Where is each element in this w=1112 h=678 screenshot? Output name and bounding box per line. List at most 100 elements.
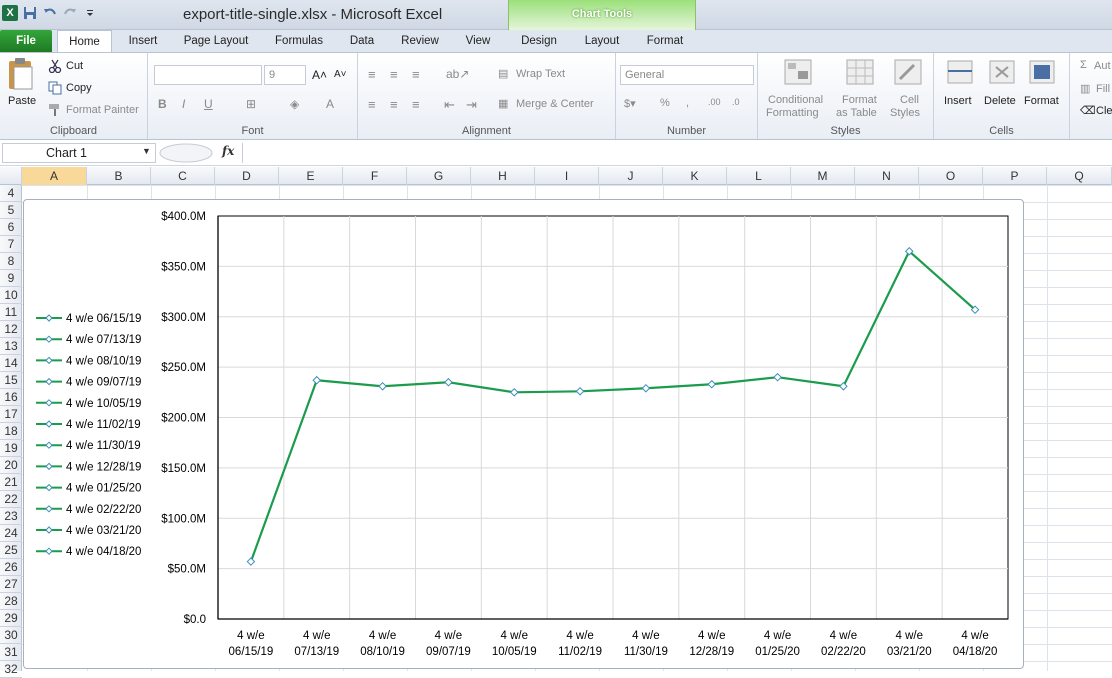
paste-icon[interactable] xyxy=(6,57,36,93)
insert-function-icon[interactable]: fx xyxy=(222,144,234,158)
row-header[interactable]: 27 xyxy=(0,576,22,593)
font-color-icon[interactable]: A xyxy=(326,97,334,111)
row-header[interactable]: 7 xyxy=(0,236,22,253)
tab-format[interactable]: Format xyxy=(640,30,690,52)
tab-layout[interactable]: Layout xyxy=(577,30,627,52)
align-left-icon[interactable]: ≡ xyxy=(368,97,376,112)
conditional-formatting-label-2[interactable]: Formatting xyxy=(766,107,819,119)
cut-button[interactable]: Cut xyxy=(66,60,83,72)
cell-styles-label-1[interactable]: Cell xyxy=(900,94,919,106)
align-right-icon[interactable]: ≡ xyxy=(412,97,420,112)
font-name-select[interactable] xyxy=(154,65,262,85)
customize-qat-icon[interactable] xyxy=(82,5,98,21)
column-header[interactable]: D xyxy=(215,167,279,185)
format-button[interactable]: Format xyxy=(1024,95,1059,107)
grow-font-icon[interactable]: A˄ xyxy=(312,68,327,82)
row-header[interactable]: 15 xyxy=(0,372,22,389)
wrap-text-button[interactable]: Wrap Text xyxy=(516,68,565,80)
embedded-chart[interactable]: $0.0 $50.0M $100.0M $150.0M $200.0M $250.0M $3… xyxy=(23,199,1024,669)
column-header[interactable]: O xyxy=(919,167,983,185)
row-header[interactable]: 23 xyxy=(0,508,22,525)
column-header[interactable]: Q xyxy=(1047,167,1112,185)
row-header[interactable]: 16 xyxy=(0,389,22,406)
insert-button[interactable]: Insert xyxy=(944,95,972,107)
row-header[interactable]: 9 xyxy=(0,270,22,287)
row-header[interactable]: 12 xyxy=(0,321,22,338)
copy-button[interactable]: Copy xyxy=(66,82,92,94)
row-header[interactable]: 25 xyxy=(0,542,22,559)
row-header[interactable]: 11 xyxy=(0,304,22,321)
underline-icon[interactable]: U xyxy=(204,97,213,111)
cell-styles-icon[interactable] xyxy=(894,59,922,85)
row-header[interactable]: 32 xyxy=(0,661,22,678)
row-header[interactable]: 30 xyxy=(0,627,22,644)
clear-button[interactable]: Cle xyxy=(1096,105,1112,117)
merge-center-icon[interactable]: ▦ xyxy=(498,97,508,110)
name-box[interactable]: Chart 1 xyxy=(2,143,156,163)
row-header[interactable]: 28 xyxy=(0,593,22,610)
column-header[interactable]: M xyxy=(791,167,855,185)
formula-bar-resize-handle[interactable] xyxy=(158,143,214,163)
format-painter-button[interactable]: Format Painter xyxy=(66,104,139,116)
cut-icon[interactable] xyxy=(48,59,62,73)
row-header[interactable]: 5 xyxy=(0,202,22,219)
column-header[interactable]: K xyxy=(663,167,727,185)
decrease-decimal-icon[interactable]: .0 xyxy=(732,97,740,107)
clear-icon[interactable]: ⌫ xyxy=(1080,104,1096,117)
percent-style-button[interactable]: % xyxy=(660,97,670,109)
tab-page-layout[interactable]: Page Layout xyxy=(178,30,254,52)
column-header[interactable]: A xyxy=(22,167,87,185)
format-as-table-label-1[interactable]: Format xyxy=(842,94,877,106)
increase-decimal-icon[interactable]: .00 xyxy=(708,97,721,107)
format-painter-icon[interactable] xyxy=(48,103,62,117)
fill-color-icon[interactable]: ◈ xyxy=(290,97,299,111)
row-header[interactable]: 24 xyxy=(0,525,22,542)
align-middle-icon[interactable]: ≡ xyxy=(390,67,398,82)
undo-icon[interactable] xyxy=(42,5,58,21)
cell-styles-label-2[interactable]: Styles xyxy=(890,107,920,119)
row-header[interactable]: 14 xyxy=(0,355,22,372)
merge-center-button[interactable]: Merge & Center xyxy=(516,98,594,110)
increase-indent-icon[interactable]: ⇥ xyxy=(466,97,477,113)
row-header[interactable]: 22 xyxy=(0,491,22,508)
select-all-corner[interactable] xyxy=(0,167,22,185)
row-header[interactable]: 10 xyxy=(0,287,22,304)
conditional-formatting-icon[interactable] xyxy=(784,59,812,85)
tab-insert[interactable]: Insert xyxy=(118,30,168,52)
column-header[interactable]: J xyxy=(599,167,663,185)
autosum-icon[interactable]: Σ xyxy=(1080,59,1087,71)
row-header[interactable]: 13 xyxy=(0,338,22,355)
column-header[interactable]: B xyxy=(87,167,151,185)
fill-icon[interactable]: ▥ xyxy=(1080,82,1090,95)
save-icon[interactable] xyxy=(22,5,38,21)
delete-cells-icon[interactable] xyxy=(988,59,1016,85)
column-header[interactable]: N xyxy=(855,167,919,185)
column-header[interactable]: C xyxy=(151,167,215,185)
tab-data[interactable]: Data xyxy=(342,30,382,52)
row-header[interactable]: 20 xyxy=(0,457,22,474)
format-as-table-icon[interactable] xyxy=(846,59,874,85)
column-header[interactable]: L xyxy=(727,167,791,185)
paste-button[interactable]: Paste xyxy=(8,95,36,107)
bold-icon[interactable]: B xyxy=(158,97,167,111)
column-header[interactable]: I xyxy=(535,167,599,185)
row-header[interactable]: 19 xyxy=(0,440,22,457)
column-header[interactable]: G xyxy=(407,167,471,185)
align-bottom-icon[interactable]: ≡ xyxy=(412,67,420,82)
column-header[interactable]: F xyxy=(343,167,407,185)
number-format-select[interactable]: General xyxy=(620,65,754,85)
name-box-dropdown-icon[interactable]: ▼ xyxy=(142,146,151,156)
comma-style-button[interactable]: , xyxy=(686,97,689,109)
italic-icon[interactable]: I xyxy=(182,97,185,111)
redo-icon[interactable] xyxy=(62,5,78,21)
delete-button[interactable]: Delete xyxy=(984,95,1016,107)
insert-cells-icon[interactable] xyxy=(946,59,974,85)
tab-home[interactable]: Home xyxy=(57,30,112,52)
column-header[interactable]: P xyxy=(983,167,1047,185)
autosum-button[interactable]: Aut xyxy=(1094,60,1111,72)
fill-button[interactable]: Fill xyxy=(1096,83,1110,95)
tab-formulas[interactable]: Formulas xyxy=(268,30,330,52)
tab-design[interactable]: Design xyxy=(512,30,566,52)
orientation-icon[interactable]: ab↗ xyxy=(446,67,469,81)
row-header[interactable]: 4 xyxy=(0,185,22,202)
